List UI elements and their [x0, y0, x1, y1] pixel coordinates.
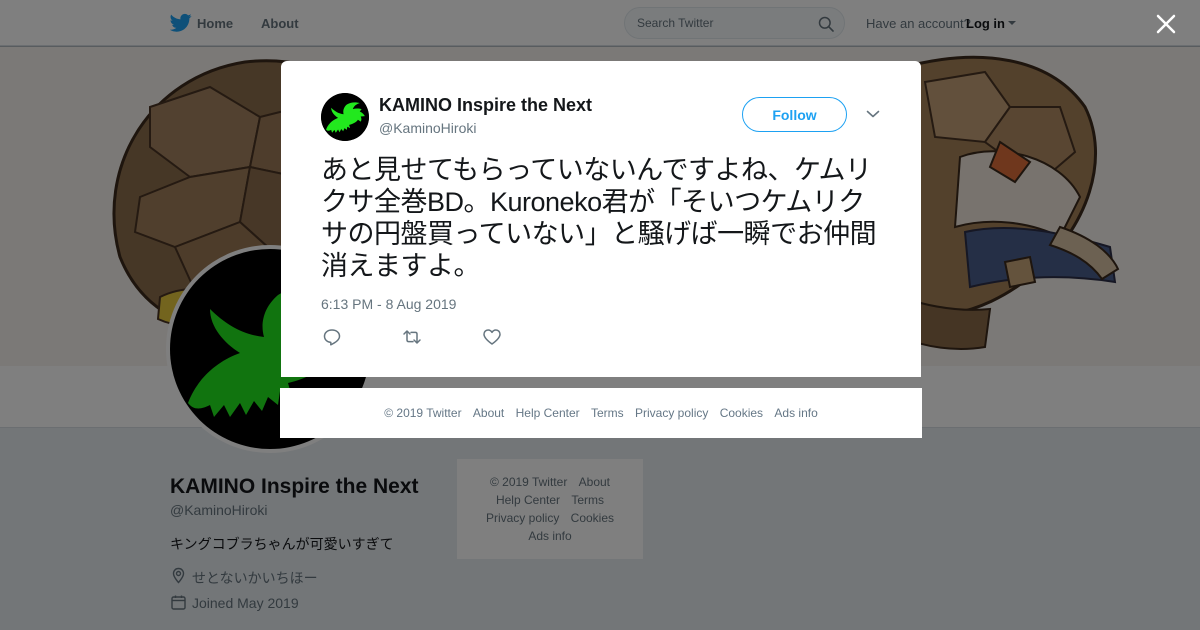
footer-copyright: © 2019 Twitter	[384, 406, 462, 420]
footer-privacy-link[interactable]: Privacy policy	[635, 388, 708, 438]
follow-button[interactable]: Follow	[742, 97, 847, 132]
footer-terms-link[interactable]: Terms	[591, 388, 624, 438]
chevron-down-icon[interactable]	[866, 109, 880, 119]
tweet-timestamp[interactable]: 6:13 PM - 8 Aug 2019	[321, 296, 456, 312]
heart-icon[interactable]	[482, 328, 502, 346]
tweet-modal: KAMINO Inspire the Next @KaminoHiroki Fo…	[281, 61, 921, 377]
footer-cookies-link[interactable]: Cookies	[720, 388, 763, 438]
footer-help-center-link[interactable]: Help Center	[516, 388, 580, 438]
close-icon[interactable]	[1156, 14, 1176, 34]
footer-ads-info-link[interactable]: Ads info	[774, 388, 817, 438]
author-handle[interactable]: @KaminoHiroki	[379, 120, 476, 136]
reply-icon[interactable]	[322, 328, 342, 346]
crocodile-logo-icon	[321, 93, 369, 141]
retweet-icon[interactable]	[402, 328, 422, 346]
footer-about-link[interactable]: About	[473, 388, 504, 438]
author-avatar[interactable]	[321, 93, 369, 141]
tweet-text: あと見せてもらっていないんですよね、ケムリクサ全巻BD。Kuroneko君が「そ…	[321, 155, 877, 281]
modal-footer: © 2019 Twitter About Help Center Terms P…	[280, 388, 922, 438]
author-name[interactable]: KAMINO Inspire the Next	[379, 95, 592, 116]
